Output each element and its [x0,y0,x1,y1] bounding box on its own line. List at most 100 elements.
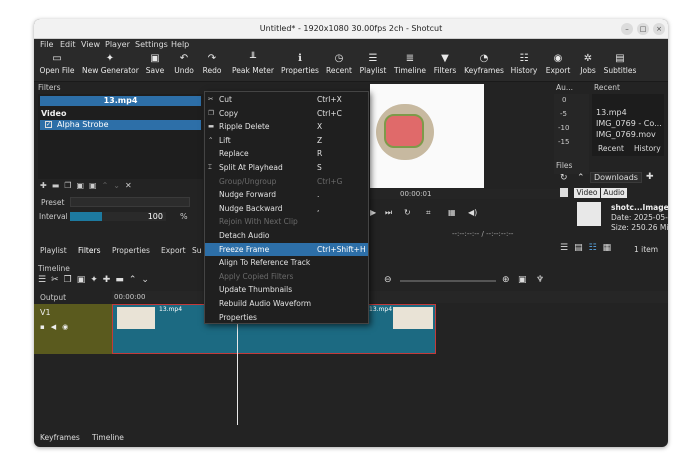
undo-button[interactable]: ↶ Undo [172,52,196,76]
paste-filter-icon[interactable]: ▣ [76,181,89,190]
recent-item[interactable]: IMG_0769.mov [596,130,656,139]
copy-icon[interactable]: ❐ [64,275,77,285]
recent-item[interactable]: IMG_0769 - Co... [596,119,662,128]
view-icon[interactable] [560,188,568,197]
add-icon[interactable]: ✚ [646,172,654,182]
peak-meter-button[interactable]: ╨ Peak Meter [231,52,275,76]
properties-button[interactable]: ℹ Properties [280,52,320,76]
menu-view[interactable]: View [81,39,100,50]
deselect-icon[interactable]: ✕ [125,181,137,190]
new-generator-button[interactable]: ✦ New Generator [82,52,139,76]
menu-edit[interactable]: Edit [60,39,76,50]
menu-item-properties[interactable]: Properties [205,311,368,325]
menu-item-rebuild-audio-waveform[interactable]: Rebuild Audio Waveform [205,297,368,311]
add-icon[interactable]: ✚ [103,275,116,285]
tab-subtitles[interactable]: Su [192,245,202,256]
export-button[interactable]: ◉ Export [544,52,572,76]
move-up-icon[interactable]: ⌃ [102,181,114,190]
track-header-v1[interactable]: V1 ▪◀◉ [34,304,112,354]
interval-slider[interactable]: 100 [70,212,166,221]
grid-icon[interactable]: ▦ [448,208,456,217]
play-icon[interactable]: ▶ [370,208,376,217]
recent-button[interactable]: ◷ Recent [325,52,353,76]
record-audio-icon[interactable]: ♆ [536,275,544,285]
tab-export[interactable]: Export [161,245,186,256]
menu-item-group-ungroup[interactable]: Group/Ungroup Ctrl+G [205,175,368,189]
tab-filters[interactable]: Filters [78,245,100,256]
file-thumbnail[interactable] [577,202,601,226]
menu-file[interactable]: File [40,39,53,50]
tab-recent[interactable]: Recent [598,143,624,154]
tab-keyframes[interactable]: Keyframes [40,432,80,443]
menu-item-lift[interactable]: ⌃ Lift Z [205,134,368,148]
skip-next-icon[interactable]: ⏭ [385,208,392,218]
files-path-combo[interactable]: Downloads [590,172,642,183]
timeline-ruler[interactable]: 00:00:00 [112,291,668,303]
menu-item-split-at-playhead[interactable]: ⌶ Split At Playhead S [205,161,368,175]
copy-filter-icon[interactable]: ❐ [64,181,76,190]
menu-item-replace[interactable]: Replace R [205,147,368,161]
add-filter-icon[interactable]: ✚ [40,181,52,190]
history-button[interactable]: ☷ History [510,52,538,76]
files-tab-audio[interactable]: Audio [601,188,627,198]
save-filter-icon[interactable]: ▣ [89,181,102,190]
mute-icon[interactable]: ◀ [51,323,62,331]
append-icon[interactable]: ✦ [90,275,103,285]
jobs-button[interactable]: ✲ Jobs [577,52,599,76]
menu-item-nudge-forward[interactable]: Nudge Forward. [205,188,368,202]
tab-history[interactable]: History [634,143,661,154]
timeline-button[interactable]: ≣ Timeline [394,52,426,76]
cut-icon[interactable]: ✂ [51,275,64,285]
grid-view-icon[interactable]: ▦ [603,243,618,253]
lock-icon[interactable]: ▪ [40,323,51,331]
move-down-icon[interactable]: ⌄ [113,181,125,190]
tab-timeline[interactable]: Timeline [92,432,124,443]
recent-item[interactable]: 13.mp4 [596,108,627,117]
menu-item-ripple-delete[interactable]: ▬ Ripple Delete X [205,120,368,134]
menu-item-freeze-frame[interactable]: Freeze Frame Ctrl+Shift+H [205,242,368,257]
redo-button[interactable]: ↷ Redo [200,52,224,76]
maximize-button[interactable]: □ [637,23,649,35]
keyframes-button[interactable]: ◔ Keyframes [463,52,505,76]
remove-icon[interactable]: ▬ [115,275,129,285]
files-tab-video[interactable]: Video [574,188,600,198]
player-ruler[interactable]: 00:00:01 [370,189,570,199]
menu-settings[interactable]: Settings [135,39,168,50]
menu-item-nudge-backward[interactable]: Nudge Backward, [205,202,368,216]
menu-item-detach-audio[interactable]: Detach Audio [205,229,368,243]
zoom-slider[interactable] [400,280,496,282]
eye-icon[interactable]: ◉ [62,323,74,331]
list-view-icon[interactable]: ☰ [560,243,574,253]
paste-icon[interactable]: ▣ [77,275,91,285]
menu-player[interactable]: Player [105,39,130,50]
player-viewport[interactable] [370,84,484,188]
open-file-button[interactable]: ▭ Open File [39,52,75,76]
preset-combo[interactable] [70,197,190,207]
loop-icon[interactable]: ↻ [404,208,411,217]
menu-icon[interactable]: ☰ [38,275,51,285]
up-icon[interactable]: ⌃ [577,173,585,183]
menu-item-align-to-reference-track[interactable]: Align To Reference Track [205,256,368,270]
menu-item-cut[interactable]: ✂ Cut Ctrl+X [205,93,368,107]
menu-item-update-thumbnails[interactable]: Update Thumbnails [205,283,368,297]
tab-playlist[interactable]: Playlist [40,245,67,256]
filter-checkbox[interactable]: ✓ [45,121,52,128]
filters-button[interactable]: ▼ Filters [432,52,458,76]
zoom-out-icon[interactable]: ⊖ [384,275,392,285]
menu-help[interactable]: Help [171,39,189,50]
zoom-fit-icon[interactable]: ▣ [518,275,527,285]
zoom-icon[interactable]: ⌗ [426,208,431,218]
remove-filter-icon[interactable]: ▬ [52,181,65,190]
detail-view-icon[interactable]: ▤ [574,243,589,253]
lift-icon[interactable]: ⌃ [129,275,142,285]
menu-item-apply-copied-filters[interactable]: Apply Copied Filters [205,270,368,284]
tab-properties[interactable]: Properties [112,245,150,256]
playlist-button[interactable]: ☰ Playlist [359,52,387,76]
icon-view-icon[interactable]: ☷ [589,243,603,253]
minimize-button[interactable]: – [621,23,633,35]
save-button[interactable]: ▣ Save [144,52,166,76]
subtitles-button[interactable]: ▤ Subtitles [603,52,637,76]
overwrite-icon[interactable]: ⌄ [141,275,154,285]
volume-icon[interactable]: ◀) [468,208,477,217]
filter-row-alpha-strobe[interactable]: ✓ Alpha Strobe [40,120,201,130]
